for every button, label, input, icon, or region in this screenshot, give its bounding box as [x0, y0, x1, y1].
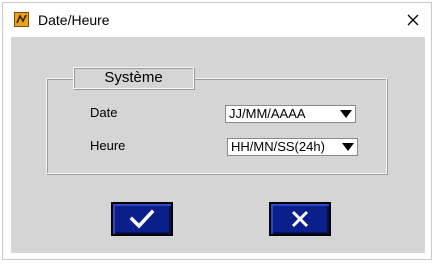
- dialog-body: Système Date JJ/MM/AAAA Heure HH/MN/SS(2…: [11, 37, 425, 253]
- system-groupbox: [46, 78, 387, 174]
- checkmark-icon: [129, 209, 155, 229]
- group-title: Système: [73, 67, 194, 89]
- window-title: Date/Heure: [38, 12, 110, 28]
- date-time-dialog: Date/Heure Système Date JJ/MM/AAAA Heure…: [2, 2, 432, 260]
- x-icon: [291, 210, 309, 228]
- cancel-button[interactable]: [269, 202, 331, 236]
- dropdown-arrow-icon[interactable]: [340, 110, 352, 118]
- app-icon: [14, 12, 29, 27]
- close-icon: [407, 14, 419, 26]
- dropdown-arrow-icon[interactable]: [342, 143, 354, 151]
- time-format-select[interactable]: HH/MN/SS(24h): [227, 138, 358, 156]
- date-format-select[interactable]: JJ/MM/AAAA: [225, 105, 356, 123]
- title-bar[interactable]: Date/Heure: [3, 3, 431, 37]
- close-button[interactable]: [395, 3, 431, 37]
- date-label: Date: [90, 105, 118, 120]
- time-label: Heure: [90, 138, 126, 153]
- time-format-value: HH/MN/SS(24h): [231, 139, 325, 154]
- ok-button[interactable]: [111, 202, 173, 236]
- date-format-value: JJ/MM/AAAA: [229, 106, 306, 121]
